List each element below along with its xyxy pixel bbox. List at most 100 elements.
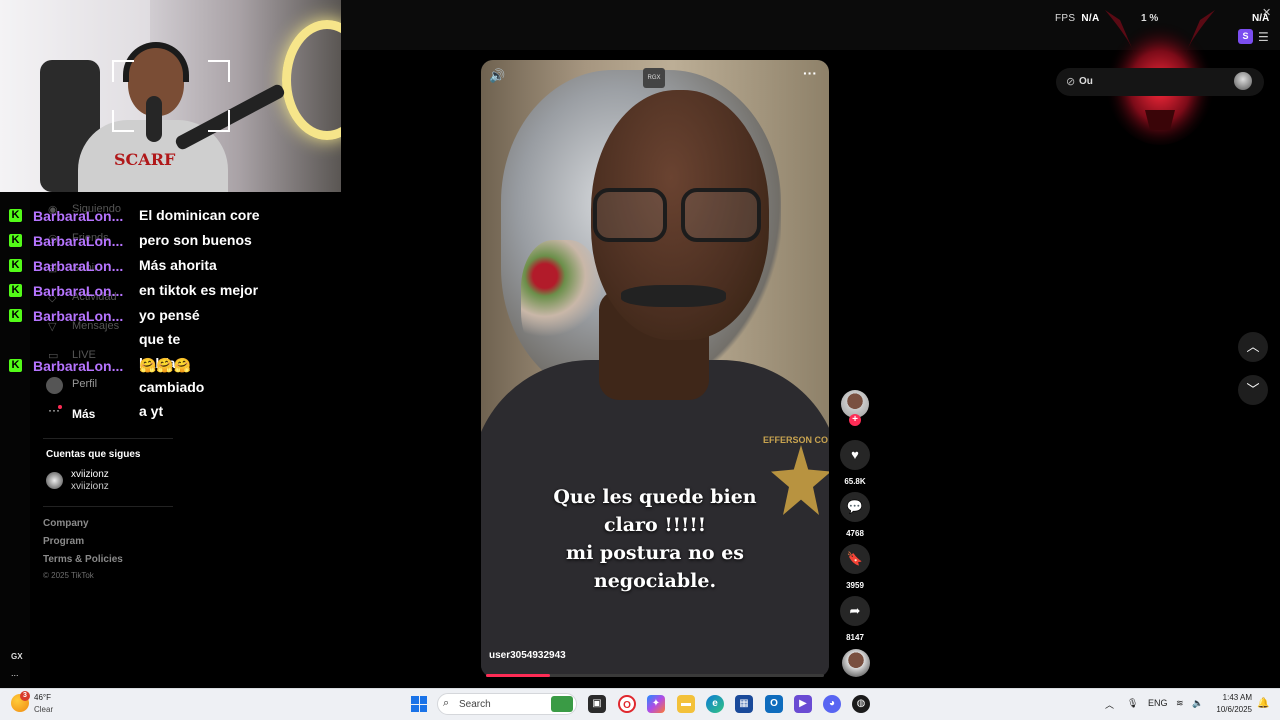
divider [43, 438, 173, 439]
task-view-icon[interactable]: ▣ [588, 695, 606, 713]
shirt-patch-text: EFFERSON CO [763, 435, 829, 445]
kick-icon: K [9, 209, 22, 222]
opera-gx-icon[interactable]: O [618, 695, 636, 713]
avatar[interactable] [46, 472, 63, 489]
bookmark-icon: 🔖 [846, 551, 864, 566]
chat-text: pero son buenos [139, 232, 252, 248]
share-icon: ➦ [849, 603, 861, 618]
chevron-down-icon: ﹀ [1246, 382, 1260, 397]
glasses [593, 188, 667, 242]
weather-badge: 3 [20, 691, 30, 701]
footer-link-program[interactable]: Program [43, 536, 84, 547]
kick-icon: K [9, 259, 22, 272]
edge-icon[interactable]: e [706, 695, 724, 713]
video-player[interactable]: EFFERSON CO 🔊 RGX ··· Que les quede bien… [481, 60, 829, 677]
chevron-up-icon: ︿ [1246, 339, 1260, 354]
chat-text: El dominican core [139, 207, 260, 223]
caption-line: negociable. [593, 570, 717, 592]
app-icon[interactable]: ◍ [852, 695, 870, 713]
store-icon[interactable]: ▦ [735, 695, 753, 713]
footer-link-terms[interactable]: Terms & Policies [43, 554, 123, 565]
search-icon: ⌕ [443, 697, 450, 709]
kick-icon: K [9, 234, 22, 247]
profile-icon [46, 377, 63, 394]
more-options-icon[interactable]: ··· [803, 65, 817, 81]
follow-plus-icon[interactable]: + [849, 414, 861, 426]
save-count: 3959 [846, 581, 864, 590]
chevron-up-icon[interactable]: ︿ [1105, 698, 1114, 711]
outlook-icon[interactable]: O [765, 695, 783, 713]
previous-video-button[interactable]: ︿ [1238, 332, 1268, 362]
gx-label[interactable]: GX [11, 652, 23, 661]
chat-username: BarbaraLon... [33, 358, 124, 374]
comment-count: 4768 [846, 529, 864, 538]
caption-line: claro !!!!! [603, 514, 707, 536]
sidebar-item-profile[interactable]: Perfil [72, 378, 97, 390]
video-author[interactable]: user3054932943 [489, 650, 566, 661]
search-placeholder: Search [459, 699, 491, 710]
music-disc-avatar[interactable] [842, 649, 870, 677]
caption-line: mi postura no es [565, 542, 744, 564]
chat-username: BarbaraLon... [33, 308, 124, 324]
share-count: 8147 [846, 633, 864, 642]
avatar[interactable] [1234, 72, 1252, 90]
wifi-icon[interactable]: ≋ [1176, 698, 1184, 709]
comment-button[interactable]: 💬 [840, 492, 870, 522]
search-highlight-icon [551, 696, 573, 712]
sidebar-item-more[interactable]: Más [72, 407, 95, 421]
ring-light [282, 20, 341, 140]
shirt-logo: SCARF [114, 150, 176, 169]
chat-username: BarbaraLon... [33, 258, 124, 274]
discord-icon[interactable]: ◕ [823, 695, 841, 713]
comment-icon: 💬 [846, 499, 864, 514]
kick-icon: K [9, 284, 22, 297]
chat-username: BarbaraLon... [33, 233, 124, 249]
watermark: RGX [643, 68, 665, 88]
following-accounts-title: Cuentas que sigues [46, 449, 141, 460]
focus-corner [112, 110, 134, 132]
temperature[interactable]: 46°F [34, 693, 51, 702]
footer-link-company[interactable]: Company [43, 518, 89, 529]
next-video-button[interactable]: ﹀ [1238, 375, 1268, 405]
file-explorer-icon[interactable]: ▬ [677, 695, 695, 713]
save-button[interactable]: 🔖 [840, 544, 870, 574]
kick-icon: K [9, 359, 22, 372]
copyright: © 2025 TikTok [43, 571, 94, 580]
volume-icon[interactable]: 🔊 [489, 68, 505, 84]
focus-corner [112, 60, 134, 82]
pill-label: Ou [1079, 76, 1093, 87]
chat-username: BarbaraLon... [33, 283, 124, 299]
video-progress-bar[interactable] [486, 674, 824, 677]
close-icon[interactable]: ✕ [1262, 6, 1271, 19]
like-button[interactable]: ♥ [840, 440, 870, 470]
start-button[interactable] [411, 696, 427, 712]
notification-dot [58, 405, 62, 409]
notification-icon[interactable]: 🔔 [1257, 698, 1269, 709]
compass-icon: ⊘ [1066, 76, 1076, 88]
glasses [681, 188, 761, 242]
clipchamp-icon[interactable]: ▶ [794, 695, 812, 713]
chat-text: 🤗🤗🤗 [139, 357, 192, 373]
windows-taskbar [0, 688, 1280, 720]
volume-icon[interactable]: 🔈 [1192, 698, 1203, 709]
progress-fill [486, 674, 551, 677]
microphone [146, 96, 162, 142]
profile-badge[interactable]: S [1238, 29, 1253, 44]
focus-corner [208, 110, 230, 132]
share-button[interactable]: ➦ [840, 596, 870, 626]
more-dots-icon[interactable]: ... [11, 668, 19, 678]
mustache [621, 285, 726, 307]
copilot-icon[interactable]: ✦ [647, 695, 665, 713]
menu-icon[interactable]: ☰ [1258, 30, 1269, 44]
video-flowers [521, 240, 601, 360]
account-username[interactable]: xviizionz [71, 469, 109, 480]
chat-username: BarbaraLon... [33, 208, 124, 224]
divider [43, 506, 173, 507]
clock-time[interactable]: 1:43 AM [1220, 693, 1252, 702]
like-count: 65.8K [844, 477, 866, 486]
webcam-overlay: SCARF [0, 0, 341, 192]
clock-date[interactable]: 10/6/2025 [1212, 705, 1252, 714]
language-indicator[interactable]: ENG [1148, 698, 1168, 708]
microphone-icon[interactable]: 🎙 [1127, 698, 1138, 709]
chat-text: Más ahorita [139, 257, 217, 273]
